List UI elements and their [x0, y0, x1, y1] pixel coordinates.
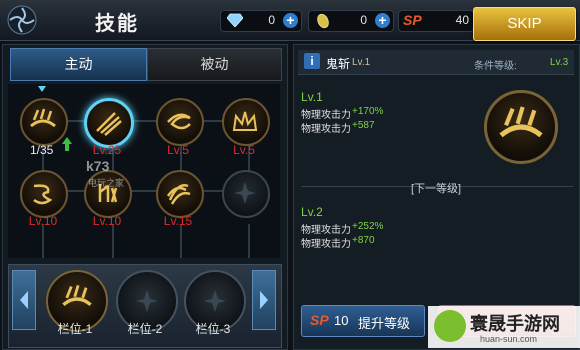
add-gems-button[interactable]: +	[283, 13, 298, 28]
sp-value: 40	[455, 13, 469, 27]
leaf-logo-icon	[434, 310, 466, 342]
skip-button[interactable]: SKIP	[473, 7, 576, 41]
stat-value: +587	[352, 120, 375, 131]
arrow-left-icon	[20, 291, 28, 309]
skill-points-count: 1/35	[30, 143, 54, 157]
skill-level-label: Lv.5	[167, 143, 189, 157]
upgrade-arrow-icon	[62, 137, 72, 151]
sp-label: SP	[403, 12, 422, 28]
tab-passive-skills[interactable]: 被动	[147, 48, 282, 81]
skill-level-label: Lv.10	[28, 214, 58, 228]
swirl-logo-icon	[7, 5, 37, 35]
current-level-title: Lv.1	[301, 90, 323, 104]
skill-whirl-3[interactable]	[156, 98, 204, 146]
skill-current-level: Lv.1	[352, 57, 371, 68]
skill-slash-1[interactable]	[20, 98, 68, 146]
empty-slot-icon	[204, 290, 226, 312]
slot-label: 栏位-3	[195, 322, 231, 336]
info-icon: i	[304, 53, 320, 69]
stat-label: 物理攻击力	[301, 239, 351, 250]
upgrade-cost: 10	[334, 313, 349, 328]
slot-next-button[interactable]	[252, 270, 276, 330]
stat-label: 物理攻击力	[301, 124, 351, 135]
k73-watermark: k73	[86, 158, 110, 174]
whirl-icon	[167, 113, 191, 130]
gem-counter: 0 +	[220, 10, 302, 32]
upgrade-sp-label: SP	[310, 312, 329, 328]
connector-line	[180, 224, 182, 258]
arrow-right-icon	[260, 291, 268, 309]
skill-name: 鬼斩	[326, 57, 351, 71]
crown-icon	[232, 111, 258, 131]
condition-label: 条件等级:	[474, 61, 517, 72]
diamond-icon	[227, 13, 243, 27]
condition-level: Lv.3	[550, 57, 569, 68]
add-coins-button[interactable]: +	[375, 13, 390, 28]
wave-icon	[166, 184, 191, 205]
stat-value: +170%	[352, 106, 384, 117]
k73-watermark-sub: 电玩之家	[88, 178, 125, 188]
connector-line	[248, 224, 250, 258]
skill-claw-2[interactable]	[84, 98, 134, 148]
slot-label: 栏位-2	[127, 322, 163, 336]
claw-icon	[96, 112, 122, 136]
skill-detail-icon	[484, 90, 558, 164]
stat-label: 物理攻击力	[301, 225, 351, 236]
skill-locked-8[interactable]	[222, 170, 270, 218]
site-watermark: 寰晟手游网 huan-sun.com	[428, 306, 580, 348]
skill-level-label: Lv.5	[233, 143, 255, 157]
empty-slot-icon	[136, 290, 158, 312]
stat-value: +870	[352, 235, 375, 246]
coin-icon	[317, 13, 329, 29]
locked-shuriken-icon	[234, 182, 256, 204]
sp-counter: SP 40	[398, 10, 474, 32]
coin-value: 0	[360, 13, 367, 27]
skill-level-label: Lv.25	[92, 143, 122, 157]
flame-slash-icon	[499, 106, 543, 138]
upgrade-button[interactable]: SP 10 提升等级	[301, 305, 425, 337]
connector-line	[42, 224, 44, 258]
top-bar: 技能 0 + 0 + SP 40 SKIP	[0, 0, 580, 41]
connector-line	[112, 224, 114, 258]
tab-active-skills[interactable]: 主动	[10, 48, 147, 81]
slot-label: 栏位-1	[57, 322, 93, 336]
slot-prev-button[interactable]	[12, 270, 36, 330]
skill-dash-5[interactable]	[20, 170, 68, 218]
skill-wave-7[interactable]	[156, 170, 204, 218]
flame-slash-icon	[62, 284, 92, 307]
selection-marker-icon	[38, 86, 46, 92]
skill-level-label: Lv.15	[163, 214, 193, 228]
stat-value: +252%	[352, 221, 384, 232]
next-level-title: Lv.2	[301, 205, 323, 219]
dash-icon	[33, 184, 53, 205]
page-title: 技能	[95, 13, 139, 35]
watermark-url: huan-sun.com	[480, 334, 538, 344]
skill-crown-4[interactable]	[222, 98, 270, 146]
coin-counter: 0 +	[308, 10, 394, 32]
stat-label: 物理攻击力	[301, 110, 351, 121]
upgrade-label: 提升等级	[358, 316, 411, 331]
watermark-brand: 寰晟手游网	[470, 314, 560, 334]
gem-value: 0	[268, 13, 275, 27]
flame-slash-icon	[30, 108, 56, 128]
skill-level-label: Lv.10	[92, 214, 122, 228]
next-level-header: [下一等级]	[410, 183, 462, 195]
